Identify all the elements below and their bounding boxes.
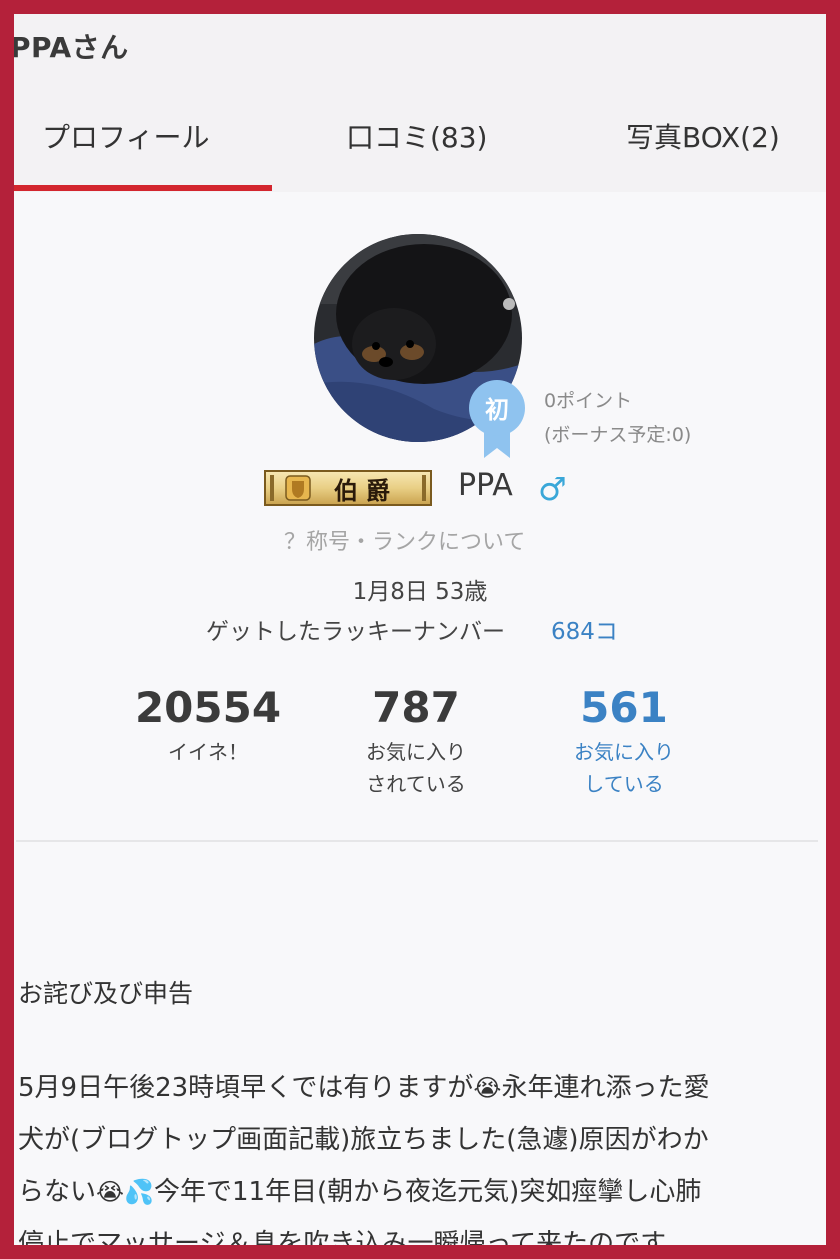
badge-label: 初 — [485, 396, 509, 424]
beginner-badge: 初 — [468, 378, 526, 462]
lucky-number-label: ゲットしたラッキーナンバー — [206, 619, 505, 645]
app-frame: PPAさん プロフィール 口コミ(83) 写真BOX(2) 初 0ポイント (ボ… — [14, 14, 826, 1245]
tab-photo-box[interactable]: 写真BOX(2) — [626, 116, 780, 156]
post-line: らない😭💦今年で11年目(朝から夜迄元気)突如痙攣し心肺 — [18, 1166, 818, 1218]
page-title: PPAさん — [14, 31, 129, 64]
birthday-age: 1月8日 53歳 — [352, 579, 488, 605]
username: PPA — [458, 468, 513, 503]
stat-value: 20554 — [134, 683, 282, 732]
rank-info-link[interactable]: ？称号・ランクについて — [284, 524, 525, 556]
post-text: 永年連れ添った愛 — [501, 1073, 710, 1103]
active-tab-indicator — [14, 185, 272, 191]
points-value: 0ポイント — [544, 390, 633, 412]
lucky-number-count[interactable]: 684コ — [551, 612, 618, 646]
post-line: 犬が(ブログトップ画面記載)旅立ちました(急遽)原因がわか — [18, 1125, 709, 1155]
rank-title: 伯爵 — [334, 476, 398, 505]
stat-label-line: お気に入り — [574, 740, 674, 764]
stat-label: お気に入り している — [524, 736, 724, 800]
stat-label-line: されている — [366, 772, 466, 796]
post-text: 5月9日午後23時頃早くでは有りますが — [18, 1073, 474, 1103]
profile-header: PPAさん プロフィール 口コミ(83) 写真BOX(2) — [14, 14, 826, 192]
sweat-droplets-icon: 💦 — [124, 1178, 154, 1206]
post-text: らない — [18, 1177, 97, 1207]
stat-label: お気に入り されている — [316, 736, 516, 800]
post-text: 今年で11年目(朝から夜迄元気)突如痙攣し心肺 — [153, 1177, 702, 1207]
bonus-value: (ボーナス予定:0) — [544, 424, 692, 446]
stat-favoriting[interactable]: 561 お気に入り している — [524, 682, 724, 800]
stat-value: 787 — [372, 683, 460, 732]
crying-face-icon: 😭 — [96, 1178, 125, 1206]
stat-label-line: お気に入り — [366, 740, 466, 764]
male-icon: ♂ — [538, 470, 567, 508]
stat-value: 561 — [580, 683, 668, 732]
crying-face-icon: 😭 — [473, 1074, 502, 1102]
tab-profile[interactable]: プロフィール — [42, 116, 209, 156]
stat-label-line: している — [584, 772, 664, 796]
post-line: 5月9日午後23時頃早くでは有りますが😭永年連れ添った愛 — [18, 1062, 818, 1114]
stat-likes: 20554 イイネ！ — [108, 682, 308, 768]
post-body: 5月9日午後23時頃早くでは有りますが😭永年連れ添った愛 犬が(ブログトップ画面… — [18, 1062, 818, 1245]
tab-reviews[interactable]: 口コミ(83) — [346, 116, 487, 156]
stat-favorited-by[interactable]: 787 お気に入り されている — [316, 682, 516, 800]
post-heading: お詫び及び申告 — [18, 979, 194, 1008]
rank-badge: 伯爵 — [264, 470, 432, 506]
section-divider — [16, 840, 818, 842]
points-info: 0ポイント (ボーナス予定:0) — [544, 384, 691, 452]
stat-label: イイネ！ — [168, 740, 248, 764]
post-line: 停止でマッサージ＆息を吹き込み一瞬帰って来たのです — [18, 1229, 667, 1245]
